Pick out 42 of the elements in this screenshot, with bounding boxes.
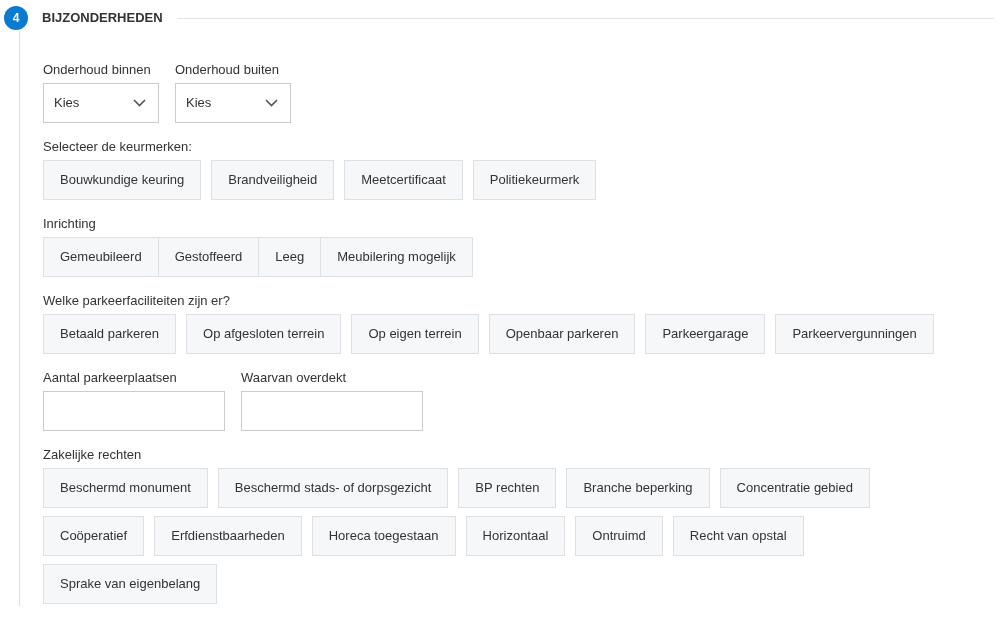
group-label: Selecteer de keurmerken: [43,139,193,155]
option-button[interactable]: Beschermd monument [43,468,208,508]
option-button[interactable]: Meubilering mogelijk [320,237,473,277]
option-button[interactable]: Openbaar parkeren [488,314,636,354]
option-button[interactable]: Parkeergarage [645,314,766,354]
option-button[interactable]: Horizontaal [465,516,566,556]
option-button[interactable]: Meetcertificaat [344,160,463,200]
select-field[interactable]: Kies [175,83,291,123]
input-field[interactable] [43,391,225,431]
option-button[interactable]: Leeg [258,237,322,277]
option-button[interactable]: Brandveiligheid [211,160,335,200]
group-label: Zakelijke rechten [43,447,143,463]
input-field[interactable] [241,391,423,431]
group-label: Welke parkeerfaciliteiten zijn er? [43,293,231,309]
group-label: Inrichting [43,216,97,232]
option-button[interactable]: Concentratie gebied [719,468,870,508]
option-button[interactable]: Coöperatief [43,516,145,556]
chevron-down-icon [133,99,146,107]
option-button[interactable]: Recht van opstal [672,516,804,556]
field-label: Waarvan overdekt [241,370,347,386]
option-button[interactable]: Op eigen terrein [351,314,479,354]
option-button[interactable]: Erfdienstbaarheden [154,516,302,556]
option-button[interactable]: Horeca toegestaan [311,516,456,556]
option-button[interactable]: Politiekeurmerk [472,160,597,200]
option-button[interactable]: BP rechten [458,468,557,508]
option-button[interactable]: Beschermd stads- of dorpsgezicht [217,468,449,508]
option-button[interactable]: Betaald parkeren [43,314,176,354]
chevron-down-icon [265,99,278,107]
option-button[interactable]: Gestoffeerd [157,237,260,277]
field-label: Onderhoud buiten [175,62,281,78]
option-button[interactable]: Op afgesloten terrein [186,314,342,354]
select-field[interactable]: Kies [43,83,159,123]
field-label: Onderhoud binnen [43,62,152,78]
option-button[interactable]: Ontruimd [575,516,663,556]
step-number: 4 [4,6,28,30]
option-button[interactable]: Bouwkundige keuring [43,160,202,200]
option-button[interactable]: Parkeervergunningen [775,314,934,354]
section-title: BIJZONDERHEDEN [42,9,163,28]
option-button[interactable]: Branche beperking [566,468,710,508]
field-label: Aantal parkeerplaatsen [43,370,178,386]
option-button[interactable]: Sprake van eigenbelang [43,564,218,604]
option-button[interactable]: Gemeubileerd [43,237,159,277]
